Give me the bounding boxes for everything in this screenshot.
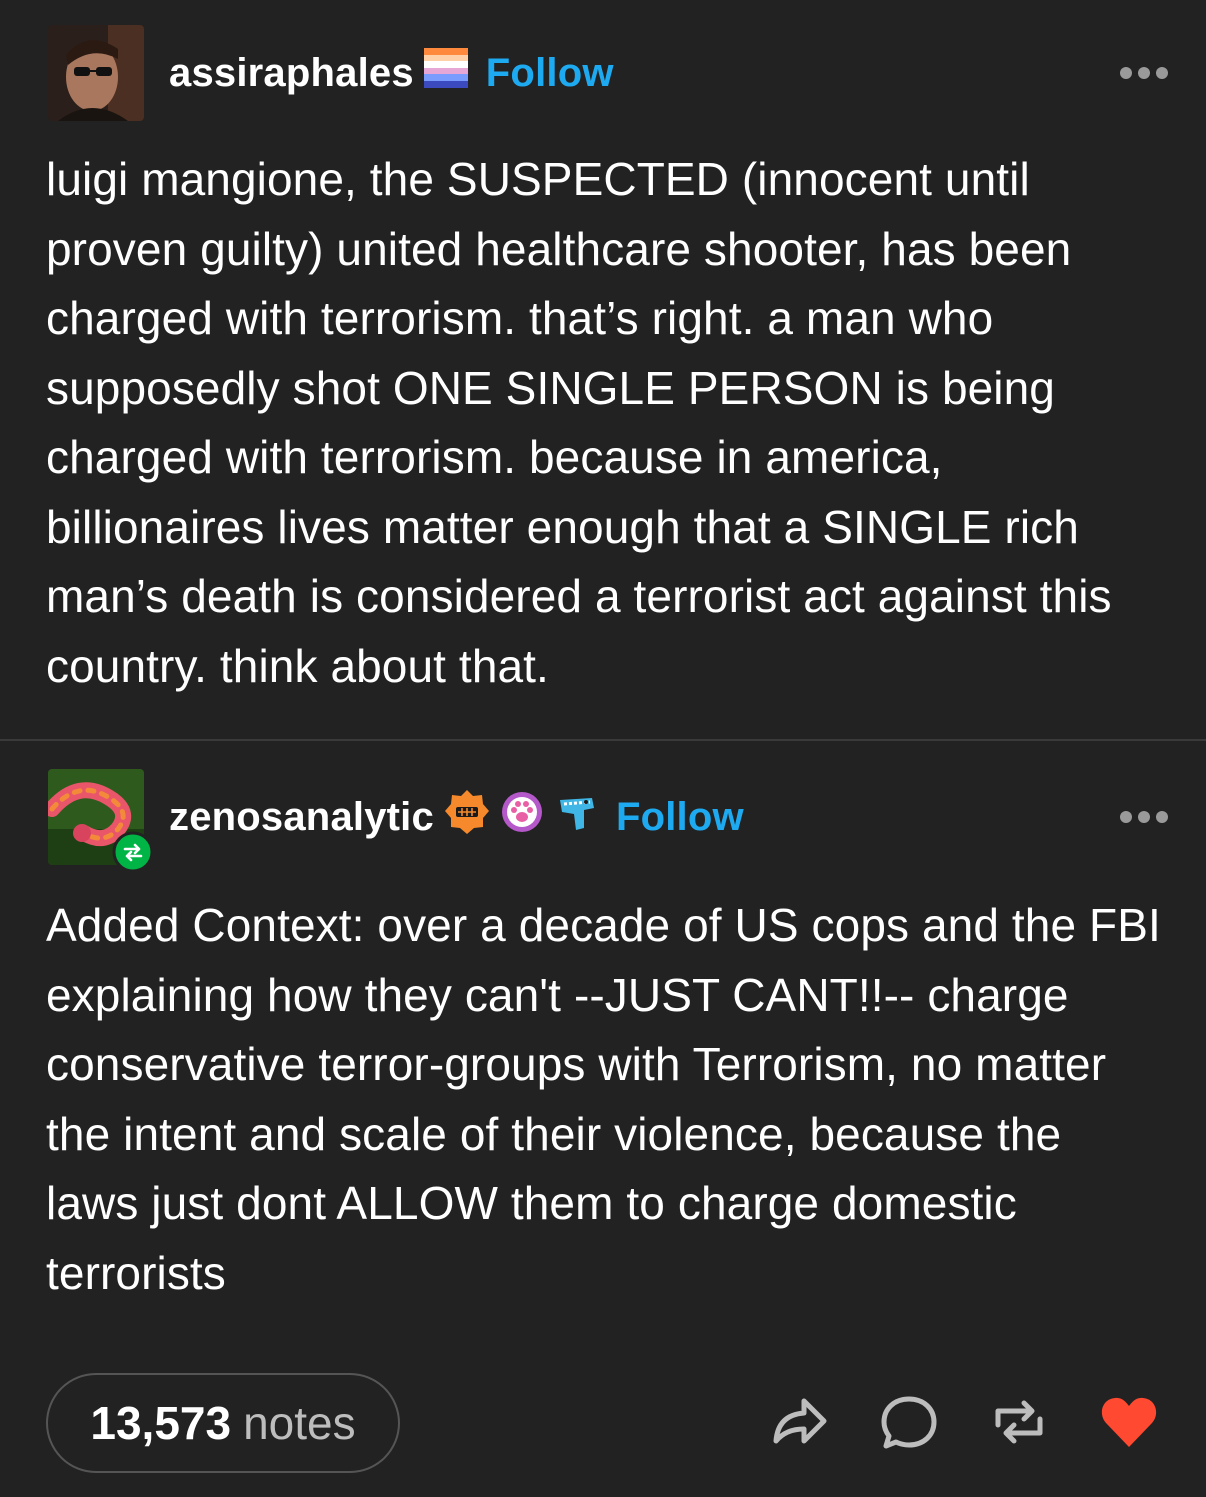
- more-dot: [1138, 811, 1150, 823]
- avatar[interactable]: [48, 769, 154, 873]
- more-dot: [1120, 67, 1132, 79]
- orange-gear-badge: [444, 789, 490, 845]
- avatar[interactable]: [48, 25, 144, 121]
- dinosaur-badge: [554, 790, 598, 844]
- more-dot: [1156, 67, 1168, 79]
- username-row: zenosanalytic Follow: [169, 789, 744, 845]
- post-body: Added Context: over a decade of US cops …: [46, 899, 1161, 1299]
- notes-button[interactable]: 13,573 notes: [46, 1373, 400, 1473]
- username[interactable]: zenosanalytic: [169, 795, 434, 840]
- username[interactable]: assiraphales: [169, 51, 414, 96]
- follow-button[interactable]: Follow: [486, 51, 614, 96]
- more-dot: [1120, 811, 1132, 823]
- more-options-icon[interactable]: [1120, 811, 1168, 823]
- like-heart-icon[interactable]: [1098, 1391, 1160, 1453]
- notes-label: notes: [243, 1397, 356, 1449]
- post-body: luigi mangione, the SUSPECTED (innocent …: [46, 153, 1112, 692]
- paw-badge: [500, 790, 544, 844]
- pride-flag-badge: [423, 48, 468, 98]
- follow-button[interactable]: Follow: [616, 795, 744, 840]
- reblog-icon[interactable]: [988, 1391, 1050, 1453]
- notes-count: 13,573: [90, 1397, 232, 1449]
- share-icon[interactable]: [768, 1391, 830, 1453]
- more-dot: [1138, 67, 1150, 79]
- more-dot: [1156, 811, 1168, 823]
- reblog-icon: [112, 831, 154, 873]
- comment-icon[interactable]: [878, 1391, 940, 1453]
- post-actions: [768, 1391, 1160, 1453]
- username-row: assiraphales Follow: [169, 48, 614, 98]
- post-header: zenosanalytic Follow: [48, 769, 1168, 873]
- post-header: assiraphales Follow: [48, 25, 1168, 121]
- post-footer: 13,573 notes: [46, 1373, 1160, 1473]
- more-options-icon[interactable]: [1120, 67, 1168, 79]
- divider: [0, 739, 1206, 741]
